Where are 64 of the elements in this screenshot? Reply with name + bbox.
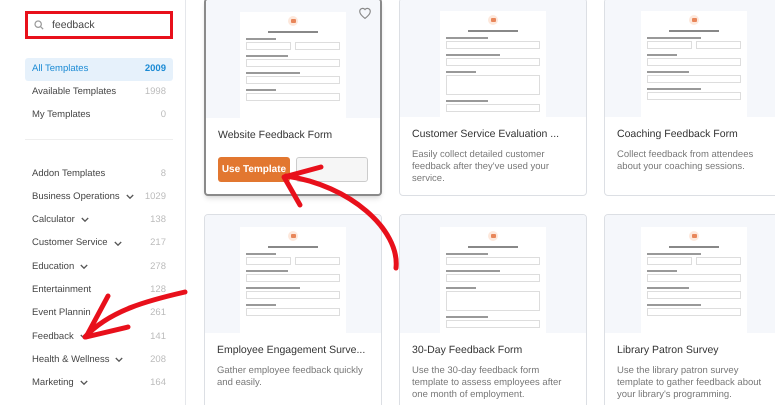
category-count: 217	[150, 236, 166, 250]
category-item[interactable]: Addon Templates 8	[25, 162, 173, 186]
category-count: 208	[150, 352, 166, 367]
chevron-down-icon[interactable]	[115, 357, 124, 364]
template-description: Easily collect detailed customer feedback after they've used your service.	[412, 149, 550, 185]
template-description: Use the library patron survey template to gather feedback about your library's programming.	[617, 365, 762, 401]
category-label: Customer Service	[32, 236, 108, 250]
category-item[interactable]: Event Plannin 261	[25, 302, 173, 326]
category-count: 278	[150, 260, 166, 274]
filter-label: All Templates	[32, 62, 88, 76]
category-count: 141	[150, 330, 166, 344]
template-description: Collect feedback from attendees about your coaching sessions.	[617, 149, 754, 173]
category-item[interactable]: Entertainment 128	[25, 278, 173, 302]
chevron-down-icon[interactable]	[80, 264, 88, 270]
heart-icon[interactable]	[358, 6, 372, 19]
category-label: Business Operations	[32, 190, 120, 204]
template-title: Library Patron Survey	[617, 343, 720, 358]
category-item[interactable]: Education 278	[25, 255, 173, 278]
category-item[interactable]: Feedback 141	[25, 325, 173, 348]
category-count: 8	[160, 166, 166, 181]
template-card[interactable]: Customer Service Evaluation ... Easily collect detailed customer feedback after they've used your service.	[399, 0, 587, 196]
category-count: 261	[150, 306, 166, 320]
search-field[interactable]: feedback	[25, 11, 173, 39]
template-title: Website Feedback Form	[218, 128, 334, 143]
category-label: Marketing	[32, 376, 74, 390]
category-label: Feedback	[32, 330, 74, 344]
category-label: Event Plannin	[32, 306, 91, 320]
category-count: 164	[150, 376, 166, 390]
category-count: 1029	[144, 190, 166, 204]
category-item[interactable]: Health & Wellness 208	[25, 348, 173, 372]
template-card[interactable]: Library Patron Survey Use the library patron survey template to gather feedback about your library's programming.	[604, 214, 775, 405]
filter-item[interactable]: Available Templates 1998	[25, 81, 173, 104]
template-card[interactable]: Employee Engagement Surve... Gather employee feedback quickly and easily.	[204, 214, 382, 405]
chevron-down-icon[interactable]	[126, 194, 134, 200]
template-title: Customer Service Evaluation ...	[412, 127, 560, 142]
filter-count: 0	[160, 108, 166, 122]
template-card[interactable]: Coaching Feedback Form Collect feedback from attendees about your coaching sessions.	[604, 0, 775, 196]
template-description: Use the 30-day feedback form template to assess employees after one month of employment.	[412, 365, 562, 401]
category-label: Entertainment	[32, 283, 92, 297]
chevron-down-icon[interactable]	[80, 380, 88, 386]
category-count: 128	[150, 283, 166, 297]
category-item[interactable]: Marketing 164	[25, 372, 173, 395]
search-icon	[34, 20, 44, 30]
category-item[interactable]: Business Operations 1029	[25, 185, 173, 209]
template-card[interactable]: Website Feedback Form Use Template	[204, 0, 382, 196]
chevron-down-icon[interactable]	[114, 240, 122, 247]
category-count: 138	[150, 213, 166, 228]
template-title: 30-Day Feedback Form	[412, 343, 524, 358]
template-title: Coaching Feedback Form	[617, 127, 739, 142]
category-label: Education	[32, 260, 74, 274]
category-label: Addon Templates	[32, 166, 106, 181]
category-item[interactable]: Calculator 138	[25, 208, 173, 232]
filter-count: 2009	[144, 62, 166, 76]
category-label: Calculator	[32, 213, 75, 228]
template-title: Employee Engagement Surve...	[217, 343, 366, 358]
category-item[interactable]: Customer Service 217	[25, 232, 173, 256]
filter-item[interactable]: My Templates 0	[25, 104, 173, 127]
filter-label: Available Templates	[32, 85, 116, 100]
filter-count: 1998	[144, 85, 166, 100]
template-description: Gather employee feedback quickly and easily.	[217, 365, 364, 389]
chevron-down-icon[interactable]	[80, 217, 89, 224]
template-card[interactable]: 30-Day Feedback Form Use the 30-day feedback form template to assess employees after one month of employment.	[399, 214, 587, 405]
filter-label: My Templates	[32, 108, 90, 122]
category-label: Health & Wellness	[32, 352, 110, 367]
